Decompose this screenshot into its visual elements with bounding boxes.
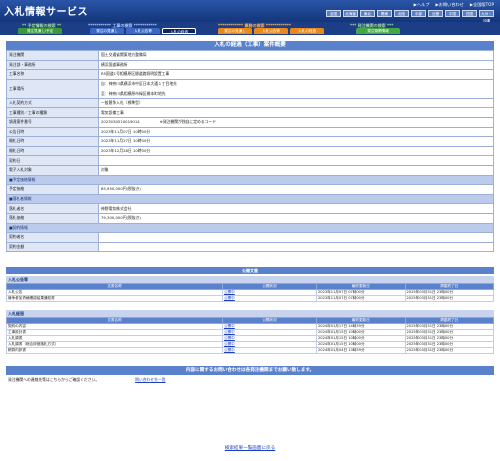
tab-construction-notices[interactable]: 入札公告等 (126, 28, 160, 34)
detail-row: 公告日時 2023年11月07日 10時00分 (6, 126, 494, 138)
detail-row: 予定価格 85,950,000円(税抜き) (6, 184, 494, 195)
region-shikoku[interactable]: 四国 (462, 10, 477, 17)
main-navigation: ** 予定情報の検索 ** *********** 工事の検索 ********… (0, 22, 500, 35)
tab-service-progress[interactable]: 入札の経過 (290, 28, 324, 34)
tab-agency-info[interactable]: 発注機関情報 (356, 28, 400, 34)
main-content: 入札の経過（工事）案件概要 発注機関 国土交通省関東地方整備局 発注部・事務所 横浜… (6, 41, 494, 384)
documents-table-progress: 文書名称 公開状況 最終更新日 掲載終了日 契約の内容 公開中 2024年01月17日 1… (6, 317, 494, 355)
page-title: 入札の経過（工事）案件概要 (6, 41, 494, 50)
tab-service-outlook[interactable]: 発注の見通し (218, 28, 252, 34)
region-kyushu[interactable]: 九州・沖縄 (479, 10, 494, 23)
detail-row: 工事種別／工事の種類 電気設備工事 (6, 107, 494, 118)
location-from: 自：神奈川県横浜市中区日本大通１丁目地先 (101, 80, 177, 86)
contact-text: 発注機関への連絡先等はこちらからご確認ください。 (8, 376, 100, 382)
help-link[interactable]: ▶ヘルプ (414, 2, 430, 8)
winner-header-row: ■落札者情報 (6, 193, 494, 205)
tab-service-notices[interactable]: 入札公告等 (254, 28, 288, 34)
detail-row: 開札日時 2023年11月27日 10時00分 (6, 136, 494, 147)
contact-list-link[interactable]: 問い合わせ先一覧 (135, 377, 165, 383)
detail-row: 電子入札対象 対象 (6, 164, 494, 176)
national-top-link[interactable]: ▶全国版TOP (470, 2, 494, 8)
detail-row: 落札者名 神野電気株式会社 (6, 203, 494, 214)
detail-row: 契約者名 (6, 232, 494, 243)
estimate-header-row: ■予定価格情報 (6, 174, 494, 186)
detail-row: 工事場所 自：神奈川県横浜市中区日本大通１丁目地先 至：神奈川県相模原市緑区橋本町地… (6, 78, 494, 99)
table-row: 積算内訳書 公開中 2024年01月04日 13時59分 2025年03月31日 23… (6, 347, 494, 355)
contact-banner: 内容に関するお問い合わせは各発注機関までお願い致します。 (6, 366, 494, 376)
detail-row: 契約日 (6, 155, 494, 166)
region-kinki[interactable]: 近畿 (428, 10, 443, 17)
region-hokuriku[interactable]: 北陸 (394, 10, 409, 17)
document-link[interactable]: 公開中 (222, 295, 317, 303)
detail-row: 契約金額 (6, 241, 494, 253)
contact-row: 発注機関への連絡先等はこちらからご確認ください。 問い合わせ先一覧 (6, 375, 494, 384)
top-links: ▶ヘルプ ▶お問い合わせ ▶全国版TOP (414, 2, 494, 8)
detail-row: 入札契約方式 一般競争入札（標準型） (6, 97, 494, 109)
tab-construction-outlook[interactable]: 発注の見通し (90, 28, 124, 34)
contract-header-row: ■契約情報 (6, 222, 494, 234)
detail-row: 落札価格 79,300,000円(税抜き) (6, 212, 494, 224)
region-tohoku[interactable]: 東北 (360, 10, 375, 17)
region-zenkoku[interactable]: 全国 (326, 10, 341, 17)
site-header: 入札情報サービス ▶ヘルプ ▶お問い合わせ ▶全国版TOP 全国 北海道 東北 … (0, 0, 500, 23)
detail-table: 発注機関 国土交通省関東地方整備局 発注部・事務所 横浜国道事務所 工事名称 R5国道… (6, 50, 494, 253)
location-to: 至：神奈川県相模原市緑区橋本町地先 (101, 90, 166, 96)
document-group-notices: 入札公告等 (6, 276, 494, 284)
contact-link[interactable]: ▶お問い合わせ (435, 2, 463, 8)
region-chugoku[interactable]: 中国 (445, 10, 460, 17)
detail-row: 発注部・事務所 横浜国道事務所 (6, 59, 494, 71)
detail-row: 発注機関 国土交通省関東地方整備局 (6, 50, 494, 61)
documents-table-notices: 文書名称 公開状況 最終更新日 掲載終了日 入札公告 公開中 2023年11月07日 07… (6, 283, 494, 303)
procurement-number: 2023030510019014 (101, 119, 140, 125)
documents-title: 公開文書 (6, 267, 494, 275)
back-to-results-link[interactable]: 検索結果一覧画面に戻る (0, 445, 500, 451)
tab-construction-progress[interactable]: 入札の経過 (162, 28, 196, 34)
region-chubu[interactable]: 中部 (411, 10, 426, 17)
region-hokkaido[interactable]: 北海道 (343, 10, 358, 17)
region-kanto[interactable]: 関東 (377, 10, 392, 17)
table-row: 競争参加資格確認結果通知書 公開中 2023年11月07日 07時00分 2025年0… (6, 295, 494, 303)
document-group-progress: 入札経過 (6, 310, 494, 318)
detail-row: 工事名称 R5国道1号相模原区間道路照明設置工事 (6, 69, 494, 80)
document-link[interactable]: 公開中 (222, 347, 317, 355)
detail-row: 開札日時 2023年12月28日 10時00分 (6, 145, 494, 157)
procurement-note: ※発注機関が独自に定めるコード (159, 119, 216, 125)
detail-row: 調達案件番号 2023030510019014 ※発注機関が独自に定めるコード (6, 116, 494, 128)
tab-plan-outlook[interactable]: 発注見通し/予定 (18, 28, 62, 34)
region-selector: 全国 北海道 東北 関東 北陸 中部 近畿 中国 四国 九州・沖縄 (326, 10, 494, 23)
site-logo[interactable]: 入札情報サービス (4, 3, 88, 18)
